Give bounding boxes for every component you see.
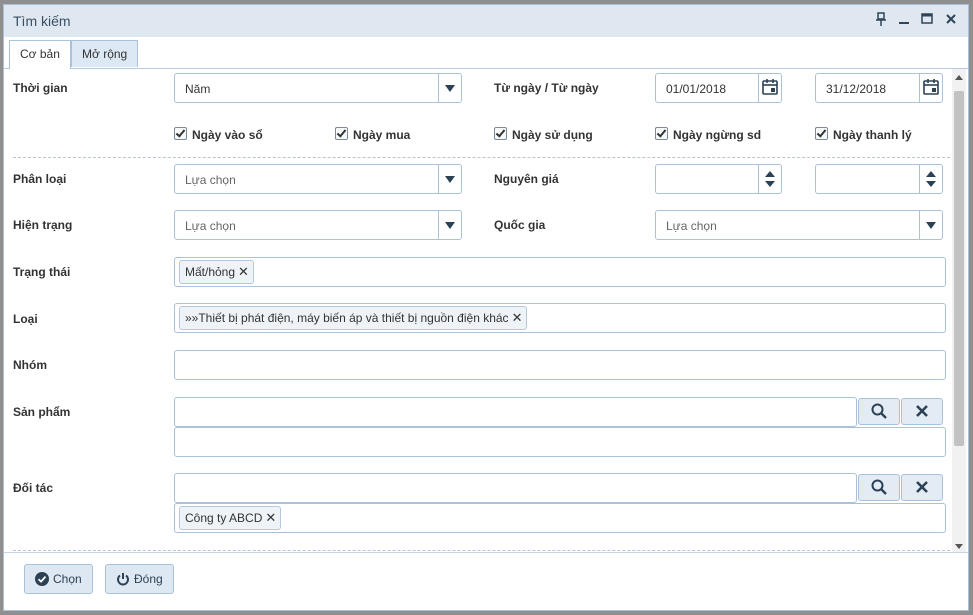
calendar-icon[interactable] xyxy=(919,74,942,102)
dialog-title: Tìm kiếm xyxy=(13,13,71,29)
power-icon xyxy=(117,573,129,586)
checkbox-icon[interactable] xyxy=(335,127,348,140)
phan-loai-placeholder: Lựa chọn xyxy=(185,173,236,187)
nhom-input[interactable] xyxy=(174,350,946,380)
search-icon xyxy=(871,479,887,495)
form-content: Thời gian Năm Từ ngày / Từ ngày 01/01/20… xyxy=(4,69,950,553)
dialog-footer: Chọn Đóng xyxy=(4,552,968,610)
hien-trang-placeholder: Lựa chọn xyxy=(185,219,236,233)
san-pham-clear-button[interactable] xyxy=(901,398,943,425)
calendar-icon[interactable] xyxy=(758,74,781,102)
trang-thai-label: Trạng thái xyxy=(13,265,71,279)
checkbox-icon[interactable] xyxy=(655,127,668,140)
tag-label: »»Thiết bị phát điện, máy biến áp và thi… xyxy=(185,311,509,325)
tag-label: Mất/hỏng xyxy=(185,265,236,279)
checkbox-ngay-vao-so[interactable]: Ngày vào sổ xyxy=(174,127,263,142)
doi-tac-selected-box[interactable]: Công ty ABCD ✕ xyxy=(174,503,946,533)
doi-tac-clear-button[interactable] xyxy=(901,474,943,501)
title-bar: Tìm kiếm xyxy=(4,5,968,38)
dong-label: Đóng xyxy=(134,572,163,586)
search-dialog: Tìm kiếm Cơ bản Mở rộng Thời gian Năm Từ… xyxy=(3,4,969,611)
quoc-gia-placeholder: Lựa chọn xyxy=(666,219,717,233)
quoc-gia-select[interactable]: Lựa chọn xyxy=(655,210,943,240)
from-date-value: 01/01/2018 xyxy=(666,82,727,96)
phan-loai-label: Phân loại xyxy=(13,172,67,186)
chon-button[interactable]: Chọn xyxy=(24,564,93,594)
pin-icon[interactable] xyxy=(873,12,889,28)
checkbox-label: Ngày mua xyxy=(353,128,411,142)
divider xyxy=(13,157,950,158)
tag-mat-hong: Mất/hỏng ✕ xyxy=(179,260,254,284)
tab-co-ban[interactable]: Cơ bản xyxy=(9,40,71,69)
loai-label: Loại xyxy=(13,312,38,326)
checkbox-icon[interactable] xyxy=(815,127,828,140)
check-circle-icon xyxy=(35,572,49,586)
chevron-down-icon[interactable] xyxy=(438,74,461,102)
chevron-down-icon[interactable] xyxy=(919,211,942,239)
checkbox-ngay-su-dung[interactable]: Ngày sử dụng xyxy=(494,127,593,142)
dong-button[interactable]: Đóng xyxy=(105,564,174,594)
doi-tac-search-button[interactable] xyxy=(858,474,900,501)
close-icon[interactable] xyxy=(943,12,959,28)
to-date-field[interactable]: 31/12/2018 xyxy=(815,73,943,103)
phan-loai-select[interactable]: Lựa chọn xyxy=(174,164,462,194)
hien-trang-label: Hiện trạng xyxy=(13,218,73,232)
checkbox-icon[interactable] xyxy=(494,127,507,140)
loai-multiselect[interactable]: »»Thiết bị phát điện, máy biến áp và thi… xyxy=(174,303,946,333)
thoi-gian-value: Năm xyxy=(185,82,211,96)
to-date-value: 31/12/2018 xyxy=(826,82,887,96)
search-icon xyxy=(871,403,887,419)
scrollbar-thumb[interactable] xyxy=(954,91,964,446)
trang-thai-multiselect[interactable]: Mất/hỏng ✕ xyxy=(174,257,946,287)
scroll-down-icon[interactable] xyxy=(955,544,963,549)
hien-trang-select[interactable]: Lựa chọn xyxy=(174,210,462,240)
maximize-icon[interactable] xyxy=(919,12,935,28)
divider xyxy=(13,550,950,551)
checkbox-label: Ngày ngừng sd xyxy=(673,128,762,142)
checkbox-ngay-mua[interactable]: Ngày mua xyxy=(335,127,410,142)
clear-icon xyxy=(916,405,928,417)
tab-bar: Cơ bản Mở rộng xyxy=(4,37,968,69)
vertical-scrollbar[interactable] xyxy=(952,69,966,553)
chevron-down-icon[interactable] xyxy=(438,165,461,193)
remove-tag-icon[interactable]: ✕ xyxy=(238,261,249,282)
doi-tac-input[interactable] xyxy=(174,473,857,503)
doi-tac-label: Đối tác xyxy=(13,481,54,495)
thoi-gian-select[interactable]: Năm xyxy=(174,73,462,103)
checkbox-label: Ngày vào sổ xyxy=(192,128,263,142)
san-pham-label: Sản phẩm xyxy=(13,405,71,419)
san-pham-search-button[interactable] xyxy=(858,398,900,425)
tab-mo-rong[interactable]: Mở rộng xyxy=(71,40,139,67)
checkbox-ngay-thanh-ly[interactable]: Ngày thanh lý xyxy=(815,127,912,142)
san-pham-selected-box[interactable] xyxy=(174,427,946,457)
checkbox-ngay-ngung-sd[interactable]: Ngày ngừng sd xyxy=(655,127,761,142)
chon-label: Chọn xyxy=(53,572,82,586)
minimize-icon[interactable] xyxy=(896,12,912,28)
stepper-icon[interactable] xyxy=(919,165,942,193)
checkbox-label: Ngày sử dụng xyxy=(512,128,593,142)
quoc-gia-label: Quốc gia xyxy=(494,218,546,232)
nhom-label: Nhóm xyxy=(13,358,47,372)
remove-tag-icon[interactable]: ✕ xyxy=(512,307,523,328)
clear-icon xyxy=(916,481,928,493)
nguyen-gia-label: Nguyên giá xyxy=(494,172,559,186)
tag-doi-tac: Công ty ABCD ✕ xyxy=(179,506,282,530)
stepper-icon[interactable] xyxy=(758,165,781,193)
checkbox-label: Ngày thanh lý xyxy=(833,128,912,142)
san-pham-input[interactable] xyxy=(174,397,857,427)
thoi-gian-label: Thời gian xyxy=(13,81,68,95)
remove-tag-icon[interactable]: ✕ xyxy=(265,507,276,528)
tag-loai: »»Thiết bị phát điện, máy biến áp và thi… xyxy=(179,306,528,330)
chevron-down-icon[interactable] xyxy=(438,211,461,239)
tu-ngay-label: Từ ngày / Từ ngày xyxy=(494,81,599,95)
nguyen-gia-from-input[interactable] xyxy=(655,164,782,194)
nguyen-gia-to-input[interactable] xyxy=(815,164,943,194)
scroll-up-icon[interactable] xyxy=(955,75,963,80)
from-date-field[interactable]: 01/01/2018 xyxy=(655,73,782,103)
tag-label: Công ty ABCD xyxy=(185,511,263,525)
checkbox-icon[interactable] xyxy=(174,127,187,140)
